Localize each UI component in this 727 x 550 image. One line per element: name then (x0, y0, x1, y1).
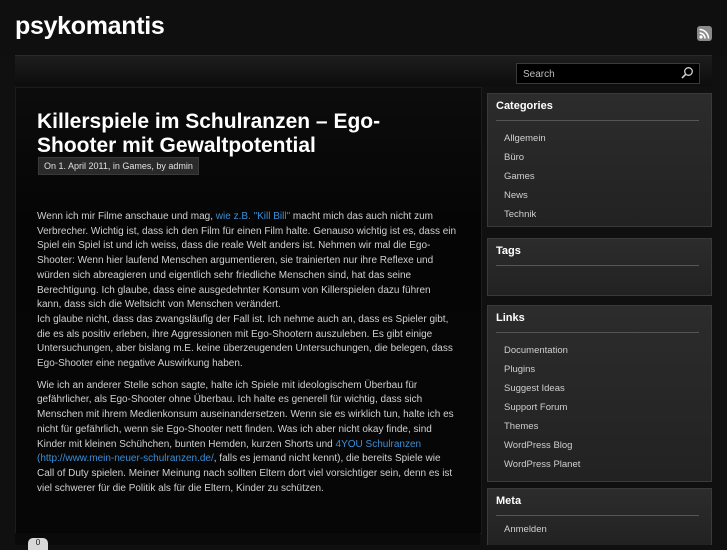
category-link[interactable]: Games (504, 167, 546, 186)
meta-widget: Meta Anmelden (487, 488, 712, 545)
blogroll-link[interactable]: Themes (504, 417, 580, 436)
post-title[interactable]: Killerspiele im Schulranzen – Ego-Shoote… (37, 110, 447, 158)
divider (496, 332, 699, 333)
blogroll-link[interactable]: Support Forum (504, 398, 580, 417)
search-box (516, 63, 700, 84)
comment-count-badge[interactable]: 0 (28, 538, 48, 550)
widget-title: Categories (496, 100, 553, 112)
blogroll-link[interactable]: Documentation (504, 341, 580, 360)
kill-bill-link[interactable]: wie z.B. "Kill Bill" (216, 211, 290, 222)
meta-list: Anmelden (504, 520, 547, 539)
post-paragraph: Wie ich an anderer Stelle schon sagte, h… (37, 379, 457, 497)
post-body: Wenn ich mir Filme anschaue und mag, wie… (37, 210, 457, 503)
blogroll-link[interactable]: Suggest Ideas (504, 379, 580, 398)
post-text: Ich glaube nicht, dass das zwangsläufig … (37, 313, 453, 370)
blogroll-link[interactable]: WordPress Blog (504, 436, 580, 455)
post-meta: On 1. April 2011, in Games, by admin (38, 157, 199, 175)
widget-title: Meta (496, 495, 522, 507)
category-link[interactable]: Allgemein (504, 129, 546, 148)
post-text: macht mich das auch nicht zum Verbrecher… (37, 211, 457, 311)
category-link[interactable]: Büro (504, 148, 546, 167)
login-link[interactable]: Anmelden (504, 520, 547, 539)
widget-title: Tags (496, 245, 521, 257)
post-text: Wenn ich mir Filme anschaue und mag, (37, 211, 216, 222)
rss-icon[interactable] (697, 26, 712, 41)
category-link[interactable]: News (504, 186, 546, 205)
post-footer (15, 533, 480, 545)
blogroll-link[interactable]: Plugins (504, 360, 580, 379)
links-list: Documentation Plugins Suggest Ideas Supp… (504, 341, 580, 474)
site-title[interactable]: psykomantis (15, 12, 165, 41)
category-link[interactable]: Technik (504, 205, 546, 224)
categories-widget: Categories Allgemein Büro Games News Tec… (487, 93, 712, 227)
divider (496, 120, 699, 121)
divider (496, 515, 699, 516)
post-paragraph: Wenn ich mir Filme anschaue und mag, wie… (37, 210, 457, 372)
widget-title: Links (496, 312, 525, 324)
links-widget: Links Documentation Plugins Suggest Idea… (487, 305, 712, 482)
search-input[interactable] (523, 67, 673, 81)
blogroll-link[interactable]: WordPress Planet (504, 455, 580, 474)
search-icon[interactable] (680, 66, 694, 80)
tags-widget: Tags (487, 238, 712, 296)
categories-list: Allgemein Büro Games News Technik (504, 129, 546, 224)
divider (496, 265, 699, 266)
